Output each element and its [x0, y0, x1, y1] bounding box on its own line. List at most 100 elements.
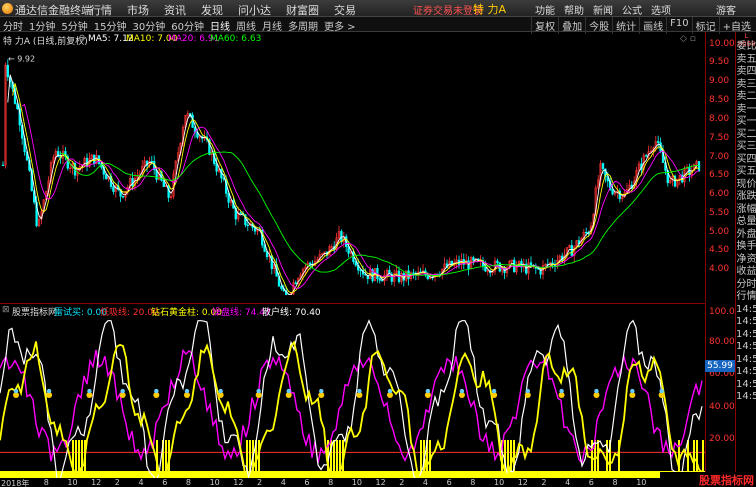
period-tab-15min[interactable]: 15分钟	[94, 18, 127, 33]
signal-dot	[87, 388, 92, 394]
ind-tick: 100.0	[709, 307, 735, 317]
period-tab-60min[interactable]: 60分钟	[171, 18, 204, 33]
candle-body	[6, 64, 9, 78]
side-label: 卖二	[736, 91, 756, 102]
time-tick: 12	[233, 478, 244, 487]
time-tick: 10	[494, 478, 505, 487]
time-tick: 8	[612, 478, 618, 487]
period-tab-30min[interactable]: 30分钟	[132, 18, 165, 33]
period-tab-fenshi[interactable]: 分时	[3, 18, 23, 33]
candle-body	[112, 186, 115, 192]
candle-body	[645, 155, 648, 157]
side-label: 收益	[736, 266, 756, 277]
guest-label[interactable]: 游客	[716, 2, 736, 17]
period-tab-weekly[interactable]: 周线	[236, 18, 256, 33]
menu-shichang[interactable]: 市场	[127, 2, 149, 18]
menu-faxian[interactable]: 发现	[201, 2, 223, 18]
diamond-column	[702, 440, 704, 471]
time-tick: 6	[304, 478, 310, 487]
menu-xinwen[interactable]: 新闻	[593, 2, 613, 17]
indicator-close-icon[interactable]: ⊠	[2, 305, 10, 315]
quote-side-panel: L 8008 委比 卖五 卖四 卖三 卖二 卖一 买一 买二 买三 买四 买五 现价 涨跌 涨幅 总量 外盘换…	[735, 32, 756, 478]
right-menu: 功能 帮助 新闻 公式 选项	[535, 2, 680, 17]
side-label[interactable]: 14:56	[736, 329, 756, 341]
side-label[interactable]: 14:56	[736, 391, 756, 403]
time-tick: 6	[588, 478, 594, 487]
side-label[interactable]: 14:56	[736, 379, 756, 391]
signal-dot	[559, 388, 564, 394]
ind-tick: 40.00	[709, 402, 735, 412]
side-label: 买五	[736, 166, 756, 177]
main-menu: 行情 市场 资讯 发现 问小达 财富圈 交易	[90, 2, 371, 18]
signal-dot	[184, 388, 190, 394]
time-tick: 8	[43, 478, 49, 487]
menu-gongneng[interactable]: 功能	[535, 2, 555, 17]
side-label: 委比	[736, 41, 756, 52]
period-tab-5min[interactable]: 5分钟	[61, 18, 87, 33]
indicator-axis: 100.0 80.00 60.00 40.00 20.00	[705, 303, 735, 478]
diamond-column	[693, 440, 695, 471]
diamond-column	[420, 440, 422, 471]
menu-hangqing[interactable]: 行情	[90, 2, 112, 18]
time-tick: 10	[636, 478, 647, 487]
time-tick: 4	[280, 478, 286, 487]
price-tick: 4.00	[709, 264, 730, 274]
candle-body	[407, 270, 410, 280]
menu-xuanxiang[interactable]: 选项	[651, 2, 671, 17]
signal-dot	[286, 388, 291, 394]
period-tab-multi[interactable]: 多周期	[288, 18, 318, 33]
signal-dot	[659, 388, 664, 394]
menu-gongshi[interactable]: 公式	[622, 2, 642, 17]
price-tick: 9.50	[709, 57, 730, 67]
candle-body	[611, 189, 614, 195]
time-tick: 2	[257, 478, 263, 487]
time-tick: 10	[351, 478, 362, 487]
period-tab-monthly[interactable]: 月线	[262, 18, 282, 33]
time-tick: 2	[114, 478, 120, 487]
side-label[interactable]: 14:56	[736, 341, 756, 353]
side-label: 卖四	[736, 66, 756, 77]
side-label[interactable]: 14:56	[736, 304, 756, 316]
side-label[interactable]: 分时	[736, 279, 756, 291]
time-tick: 4	[138, 478, 144, 487]
candle-body	[570, 245, 573, 256]
menu-bangzhu[interactable]: 帮助	[564, 2, 584, 17]
side-label[interactable]: 14:56	[736, 354, 756, 366]
indicator-chart[interactable]	[0, 316, 705, 478]
side-label[interactable]: 14:56	[736, 366, 756, 378]
side-label: 卖五	[736, 53, 756, 65]
menu-zixun[interactable]: 资讯	[164, 2, 186, 18]
signal-dot	[459, 388, 465, 394]
window-restore-icon[interactable]: ◇ ▫	[680, 34, 696, 44]
watermark: 股票指标网	[660, 472, 756, 487]
period-tab-1min[interactable]: 1分钟	[29, 18, 55, 33]
price-tick: 6.00	[709, 189, 730, 199]
diamond-column	[336, 440, 338, 471]
candle-body	[150, 160, 153, 163]
side-label: 卖三	[736, 78, 756, 90]
menu-jiaoyi[interactable]: 交易	[334, 2, 356, 18]
gold-bar	[0, 471, 705, 478]
menu-caifuquan[interactable]: 财富圈	[286, 2, 319, 18]
signal-dot	[491, 388, 497, 394]
candle-body	[280, 286, 283, 289]
time-tick: 12	[517, 478, 528, 487]
kline-chart[interactable]: ← 9.92← 3.30	[0, 45, 705, 295]
price-tick: 5.50	[709, 208, 730, 218]
menu-wenxiaoda[interactable]: 问小达	[238, 2, 271, 18]
settings-icon[interactable]: ⚙	[78, 34, 86, 44]
diamond-column	[507, 440, 509, 471]
period-tab-more[interactable]: 更多 >	[324, 18, 356, 33]
diamond-column	[78, 440, 80, 471]
side-label: 涨幅	[736, 203, 756, 215]
ind-tick: 20.00	[709, 434, 735, 444]
candle-body	[121, 195, 125, 198]
side-label[interactable]: 14:56	[736, 316, 756, 328]
price-tick: 6.50	[709, 170, 730, 180]
side-label[interactable]: 行情	[736, 291, 756, 303]
candle-body	[294, 282, 297, 285]
diamond-column	[678, 440, 680, 471]
price-tick: 8.50	[709, 95, 730, 105]
period-tab-daily[interactable]: 日线	[210, 18, 230, 33]
time-tick: 4	[565, 478, 571, 487]
